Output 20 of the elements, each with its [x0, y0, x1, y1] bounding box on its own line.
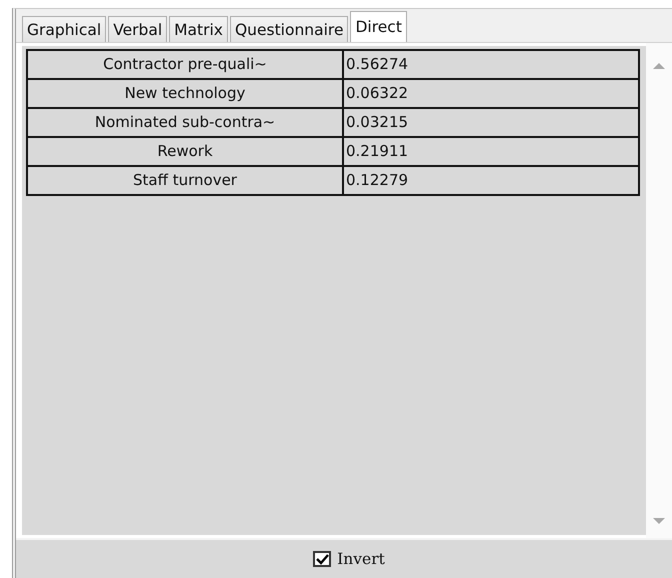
- tab[interactable]: Verbal: [108, 16, 168, 42]
- table-cell: 0.56274: [342, 51, 638, 78]
- tab[interactable]: Matrix: [169, 16, 228, 42]
- scrollbar[interactable]: [646, 43, 672, 538]
- table-cell: New technology: [28, 80, 342, 107]
- table-cell: 0.06322: [342, 80, 638, 107]
- tab[interactable]: Direct: [350, 11, 407, 42]
- tab[interactable]: Questionnaire: [230, 16, 348, 42]
- table-cell: Nominated sub-contra~: [28, 109, 342, 136]
- checkbox-label: Invert: [337, 550, 385, 568]
- table-cell: 0.03215: [342, 109, 638, 136]
- table-cell: 0.12279: [342, 167, 638, 194]
- table-cell: Staff turnover: [28, 167, 342, 194]
- scroll-down-icon[interactable]: [653, 518, 665, 524]
- table-cell: Contractor pre-quali~: [28, 51, 342, 78]
- table-cell: 0.21911: [342, 138, 638, 165]
- checkbox[interactable]: [313, 551, 332, 567]
- scroll-up-icon[interactable]: [653, 63, 665, 69]
- tab[interactable]: Graphical: [22, 16, 106, 42]
- table-cell: Rework: [28, 138, 342, 165]
